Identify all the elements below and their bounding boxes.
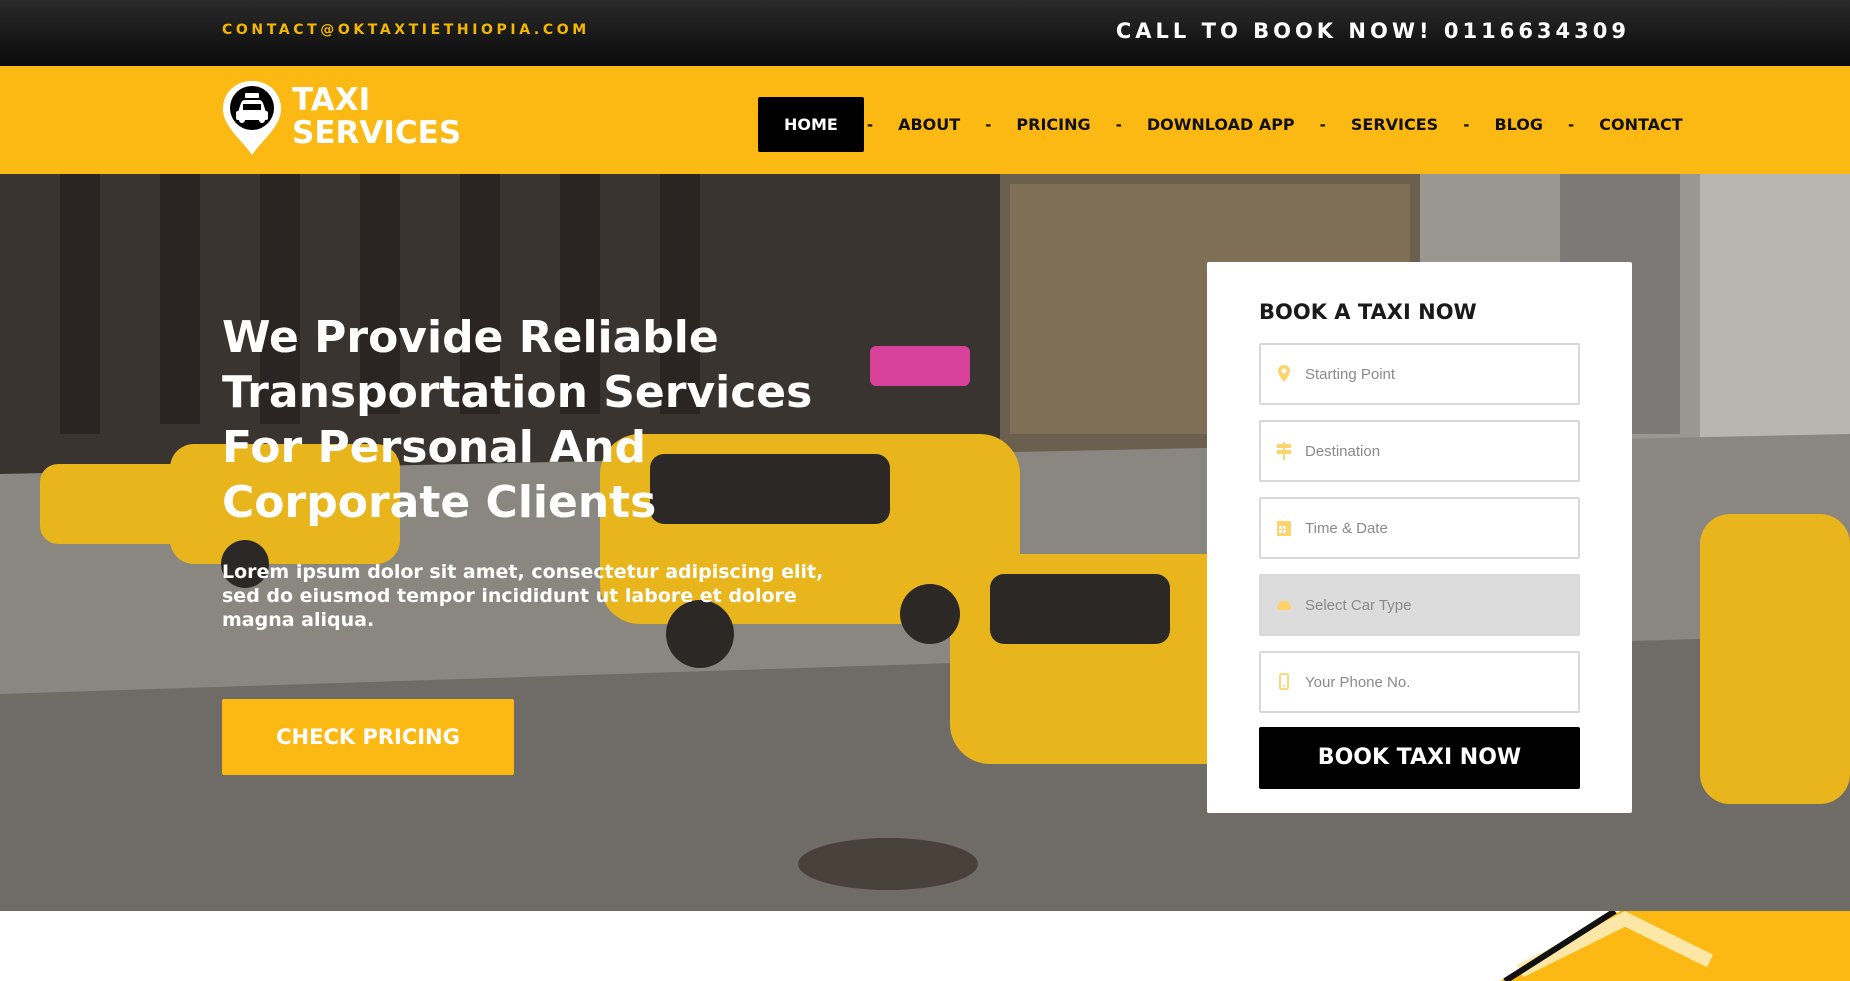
nav-item-home[interactable]: HOME	[758, 97, 864, 152]
taxi-roof-decoration	[1500, 911, 1850, 981]
nav-item-contact[interactable]: CONTACT	[1577, 97, 1704, 152]
hero-title-line: We Provide Reliable	[222, 312, 719, 363]
nav-item-blog[interactable]: BLOG	[1472, 97, 1565, 152]
signpost-icon	[1277, 442, 1291, 460]
car-type-placeholder: Select Car Type	[1305, 597, 1412, 614]
nav-item-services[interactable]: SERVICES	[1329, 97, 1460, 152]
map-marker-icon	[1278, 365, 1290, 382]
calendar-icon	[1277, 521, 1291, 536]
mobile-phone-icon	[1279, 673, 1289, 690]
next-section	[0, 911, 1850, 981]
phone-input[interactable]: Your Phone No.	[1259, 651, 1580, 713]
call-to-book-text[interactable]: CALL TO BOOK NOW! 0116634309	[1116, 19, 1630, 43]
nav-item-pricing[interactable]: PRICING	[994, 97, 1112, 152]
hero-subtitle: Lorem ipsum dolor sit amet, consectetur …	[222, 561, 824, 631]
contact-email-link[interactable]: CONTACT@OKTAXTIETHIOPIA.COM	[222, 22, 590, 38]
car-icon	[1277, 601, 1291, 610]
phone-placeholder: Your Phone No.	[1305, 674, 1411, 691]
book-taxi-now-button[interactable]: BOOK TAXI NOW	[1259, 727, 1580, 789]
destination-input[interactable]: Destination	[1259, 420, 1580, 482]
hero-title-line: For Personal And	[222, 422, 647, 473]
hero-title-line: Transportation Services	[222, 367, 813, 418]
main-nav: HOME - ABOUT - PRICING - DOWNLOAD APP - …	[758, 97, 1705, 152]
booking-form-title: BOOK A TAXI NOW	[1259, 300, 1477, 324]
nav-separator: -	[1568, 115, 1575, 134]
logo-line-1: TAXI	[292, 82, 371, 118]
nav-item-about[interactable]: ABOUT	[876, 97, 982, 152]
nav-separator: -	[1115, 115, 1122, 134]
site-header: TAXI SERVICES HOME - ABOUT - PRICING - D…	[0, 66, 1850, 174]
logo-line-2: SERVICES	[292, 115, 462, 151]
hero-title-line: Corporate Clients	[222, 477, 657, 528]
logo-text[interactable]: TAXI SERVICES	[292, 84, 461, 150]
logo-pin-icon[interactable]	[221, 79, 283, 157]
top-bar: CONTACT@OKTAXTIETHIOPIA.COM CALL TO BOOK…	[0, 0, 1850, 66]
check-pricing-button[interactable]: CHECK PRICING	[222, 699, 514, 775]
nav-separator: -	[1319, 115, 1326, 134]
starting-point-input[interactable]: Starting Point	[1259, 343, 1580, 405]
car-type-select[interactable]: Select Car Type	[1259, 574, 1580, 636]
nav-separator: -	[866, 115, 874, 134]
booking-form: BOOK A TAXI NOW Starting Point Destinati…	[1207, 262, 1632, 813]
destination-placeholder: Destination	[1305, 443, 1381, 460]
time-date-input[interactable]: Time & Date	[1259, 497, 1580, 559]
hero-title: We Provide Reliable Transportation Servi…	[222, 310, 842, 530]
nav-item-download-app[interactable]: DOWNLOAD APP	[1125, 97, 1317, 152]
nav-separator: -	[1463, 115, 1470, 134]
time-date-placeholder: Time & Date	[1305, 520, 1388, 537]
starting-point-placeholder: Starting Point	[1305, 366, 1396, 383]
nav-separator: -	[985, 115, 992, 134]
